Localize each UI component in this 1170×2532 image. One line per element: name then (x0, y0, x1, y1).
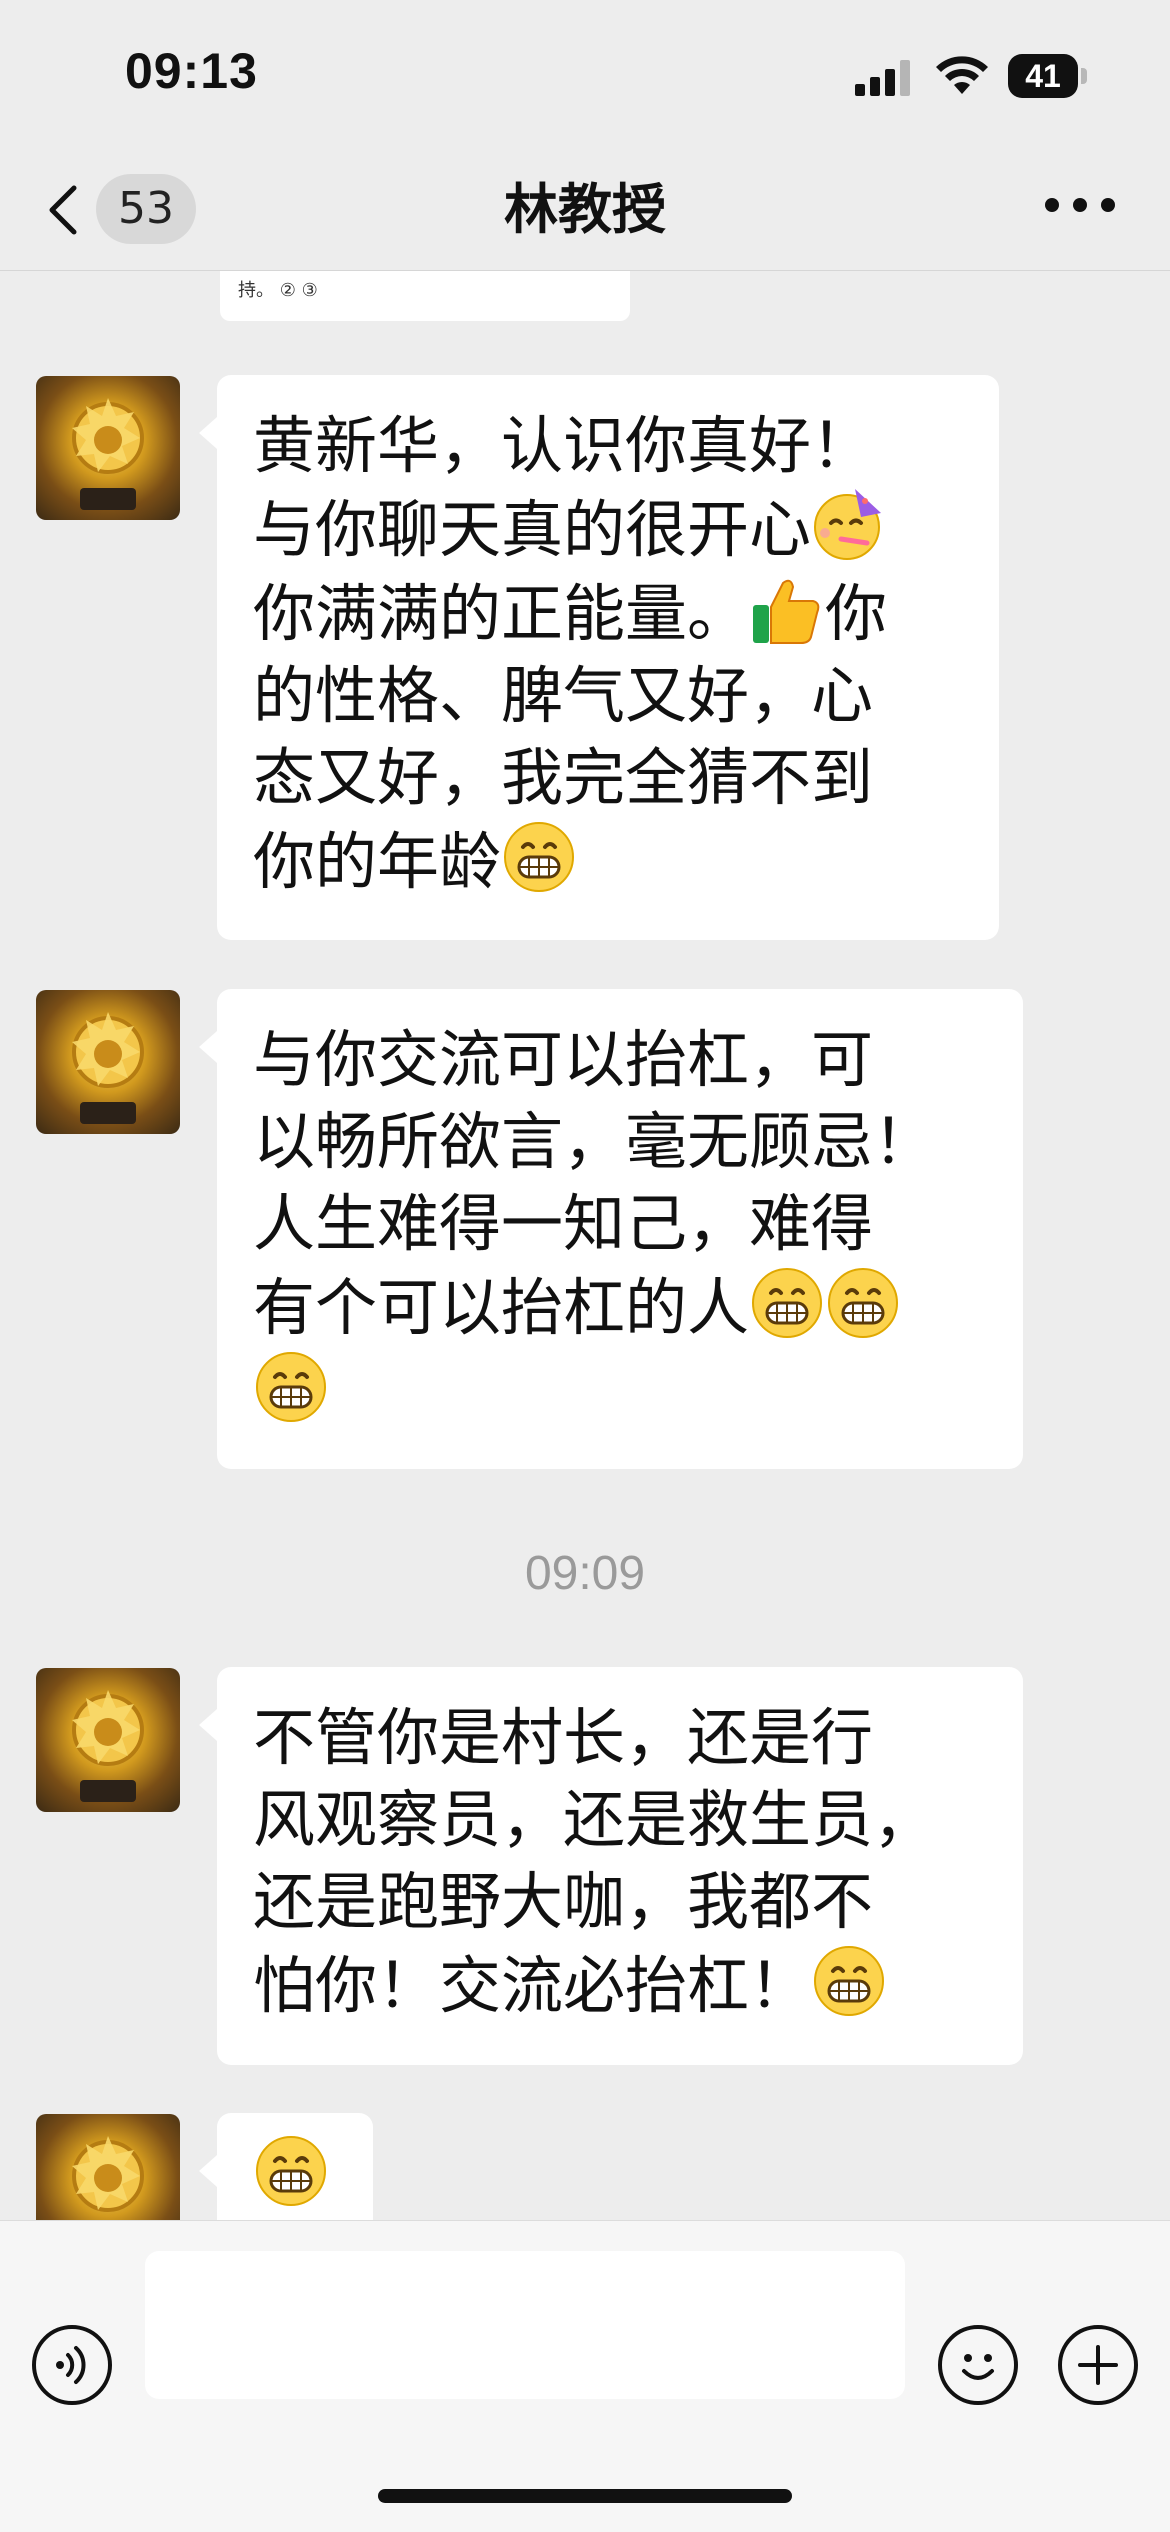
grinning-face-emoji-icon (253, 1349, 329, 1425)
message-bubble[interactable]: 不管你是村长，还是行 风观察员，还是救生员， 还是跑野大咖，我都不 怕你！交流必… (199, 1667, 1023, 2065)
quoted-text: 持。 ② ③ (238, 280, 318, 301)
message-bubble[interactable]: 黄新华，认识你真好！ 与你聊天真的很开心 你满满的正能量。你 的性格、脾气又好，… (199, 375, 999, 940)
nav-bar: 53 林教授 (0, 150, 1170, 271)
grinning-face-emoji-icon (253, 2133, 329, 2209)
message-timestamp: 09:09 (524, 1547, 646, 1600)
message-text: 不管你是村长，还是行 风观察员，还是救生员， 还是跑野大咖，我都不 怕你！交流必… (253, 1697, 995, 2027)
status-bar: 09:13 41 (0, 0, 1170, 150)
back-unread-count[interactable]: 53 (96, 174, 196, 244)
partying-face-emoji-icon (811, 487, 887, 563)
avatar[interactable] (36, 2114, 180, 2220)
avatar[interactable] (36, 376, 180, 520)
avatar[interactable] (36, 990, 180, 1134)
cellular-signal-icon (855, 60, 910, 96)
message-text: 黄新华，认识你真好！ 与你聊天真的很开心 你满满的正能量。你 的性格、脾气又好，… (253, 405, 971, 903)
message-bubble[interactable]: 与你交流可以抬杠，可 以畅所欲言，毫无顾忌！ 人生难得一知己，难得 有个可以抬杠… (199, 989, 1023, 1469)
home-indicator[interactable] (378, 2489, 792, 2503)
grinning-face-emoji-icon (825, 1265, 901, 1341)
page-title: 林教授 (504, 178, 666, 241)
message-input[interactable] (145, 2251, 905, 2399)
chat-message-list[interactable]: 持。 ② ③ 黄新华，认识你真好！ 与你聊天真的很开心 你满满的正能量。你 的性… (0, 271, 1170, 2220)
avatar[interactable] (36, 1668, 180, 1812)
input-bar (0, 2220, 1170, 2532)
thumbs-up-emoji-icon (749, 571, 825, 647)
voice-icon (56, 2346, 86, 2384)
message-text (253, 2133, 373, 2217)
message-bubble[interactable] (199, 2113, 373, 2220)
wifi-icon (936, 56, 988, 94)
battery-level: 41 (1025, 58, 1061, 94)
plus-button[interactable] (1058, 2325, 1138, 2405)
quoted-message-fragment[interactable]: 持。 ② ③ (220, 271, 630, 321)
chat-screen: 09:13 41 53 林教授 持。 ② ③ 黄新华，认识你真好！ 与你聊天真的… (0, 0, 1170, 2532)
plus-icon (1078, 2345, 1118, 2385)
grinning-face-emoji-icon (501, 819, 577, 895)
message-text-segment: 你满满的正能量。 (253, 577, 750, 650)
emoji-button[interactable] (938, 2325, 1018, 2405)
voice-button[interactable] (32, 2325, 112, 2405)
status-time: 09:13 (125, 43, 258, 99)
grinning-face-emoji-icon (749, 1265, 825, 1341)
message-text-segment: 黄新华，认识你真好！ 与你聊天真的很开心 (253, 409, 874, 566)
battery-indicator: 41 (1008, 54, 1088, 100)
more-dots-icon[interactable] (1045, 198, 1115, 218)
emoji-icon (962, 2354, 994, 2380)
message-text: 与你交流可以抬杠，可 以畅所欲言，毫无顾忌！ 人生难得一知己，难得 有个可以抬杠… (253, 1019, 995, 1433)
chevron-left-icon[interactable] (44, 180, 84, 240)
grinning-face-emoji-icon (811, 1943, 887, 2019)
